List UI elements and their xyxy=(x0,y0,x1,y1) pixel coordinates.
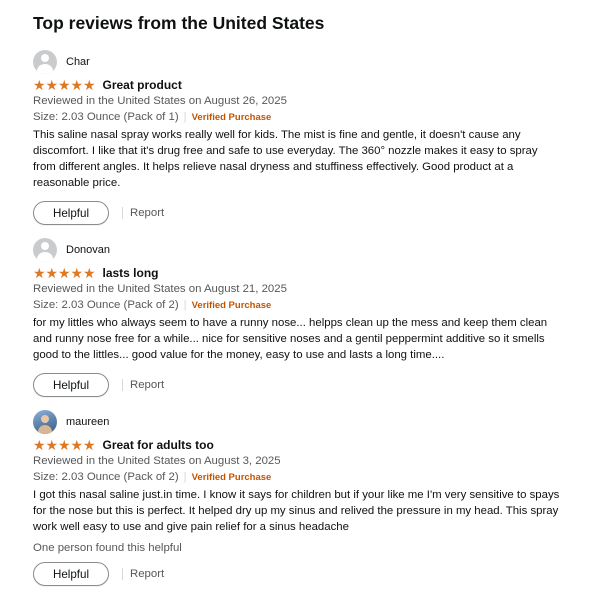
star-icon: ★ xyxy=(83,437,96,453)
helpful-count: One person found this helpful xyxy=(33,542,182,554)
reviewer-profile[interactable]: Donovan xyxy=(33,238,573,262)
review-variant: Size: 2.03 Ounce (Pack of 2) | Verified Pu… xyxy=(33,469,573,485)
helpful-button[interactable]: Helpful xyxy=(33,373,109,397)
reviewer-profile[interactable]: maureen xyxy=(33,410,573,434)
star-rating[interactable]: ★ ★ ★ ★ ★ xyxy=(33,78,96,92)
review-date: Reviewed in the United States on August … xyxy=(33,455,281,467)
separator: | xyxy=(183,471,187,483)
separator: | xyxy=(183,299,187,311)
star-rating[interactable]: ★ ★ ★ ★ ★ xyxy=(33,266,96,280)
star-icon: ★ xyxy=(58,77,71,93)
star-icon: ★ xyxy=(83,77,96,93)
review-title[interactable]: Great for adults too xyxy=(103,438,214,452)
star-icon: ★ xyxy=(58,437,71,453)
review-card: maureen ★ ★ ★ ★ ★ Great for adults too Revie… xyxy=(33,410,573,586)
reviewer-name[interactable]: Donovan xyxy=(66,244,110,256)
star-icon: ★ xyxy=(70,437,84,453)
default-avatar-icon xyxy=(33,50,57,74)
report-link[interactable]: Report xyxy=(130,379,164,391)
action-divider xyxy=(122,207,123,219)
size-label[interactable]: Size: 2.03 Ounce (Pack of 1) xyxy=(33,111,179,123)
reviews-heading: Top reviews from the United States xyxy=(33,13,325,33)
default-avatar-icon xyxy=(33,238,57,262)
star-rating[interactable]: ★ ★ ★ ★ ★ xyxy=(33,438,96,452)
verified-purchase-badge: Verified Purchase xyxy=(191,112,272,123)
review-body: I got this nasal saline just.in time. I … xyxy=(33,489,560,533)
review-variant: Size: 2.03 Ounce (Pack of 1) | Verified Pu… xyxy=(33,109,573,125)
action-divider xyxy=(122,379,123,391)
separator: | xyxy=(183,111,187,123)
review-variant: Size: 2.03 Ounce (Pack of 2) | Verified Pu… xyxy=(33,297,573,313)
review-card: Char ★ ★ ★ ★ ★ Great product Reviewed in the… xyxy=(33,50,573,225)
helpful-button[interactable]: Helpful xyxy=(33,562,109,586)
star-icon: ★ xyxy=(70,265,84,281)
action-divider xyxy=(122,568,123,580)
helpful-button[interactable]: Helpful xyxy=(33,201,109,225)
review-card: Donovan ★ ★ ★ ★ ★ lasts long Reviewed in the… xyxy=(33,238,573,397)
review-title[interactable]: Great product xyxy=(103,78,182,92)
star-icon: ★ xyxy=(83,265,96,281)
review-title[interactable]: lasts long xyxy=(103,266,159,280)
verified-purchase-badge: Verified Purchase xyxy=(191,300,272,311)
star-icon: ★ xyxy=(45,77,59,93)
size-label[interactable]: Size: 2.03 Ounce (Pack of 2) xyxy=(33,471,179,483)
reviewer-profile[interactable]: Char xyxy=(33,50,573,74)
verified-purchase-badge: Verified Purchase xyxy=(191,472,272,483)
review-date: Reviewed in the United States on August … xyxy=(33,283,287,295)
report-link[interactable]: Report xyxy=(130,568,164,580)
reviewer-name[interactable]: Char xyxy=(66,56,90,68)
reviewer-name[interactable]: maureen xyxy=(66,416,109,428)
review-date: Reviewed in the United States on August … xyxy=(33,95,287,107)
star-icon: ★ xyxy=(33,265,46,281)
report-link[interactable]: Report xyxy=(130,207,164,219)
star-icon: ★ xyxy=(45,265,59,281)
star-icon: ★ xyxy=(45,437,59,453)
review-body: for my littles who always seem to have a… xyxy=(33,317,548,361)
star-icon: ★ xyxy=(58,265,71,281)
review-body: This saline nasal spray works really wel… xyxy=(33,129,538,189)
star-icon: ★ xyxy=(33,437,46,453)
star-icon: ★ xyxy=(70,77,84,93)
star-icon: ★ xyxy=(33,77,46,93)
profile-photo xyxy=(33,410,57,434)
size-label[interactable]: Size: 2.03 Ounce (Pack of 2) xyxy=(33,299,179,311)
